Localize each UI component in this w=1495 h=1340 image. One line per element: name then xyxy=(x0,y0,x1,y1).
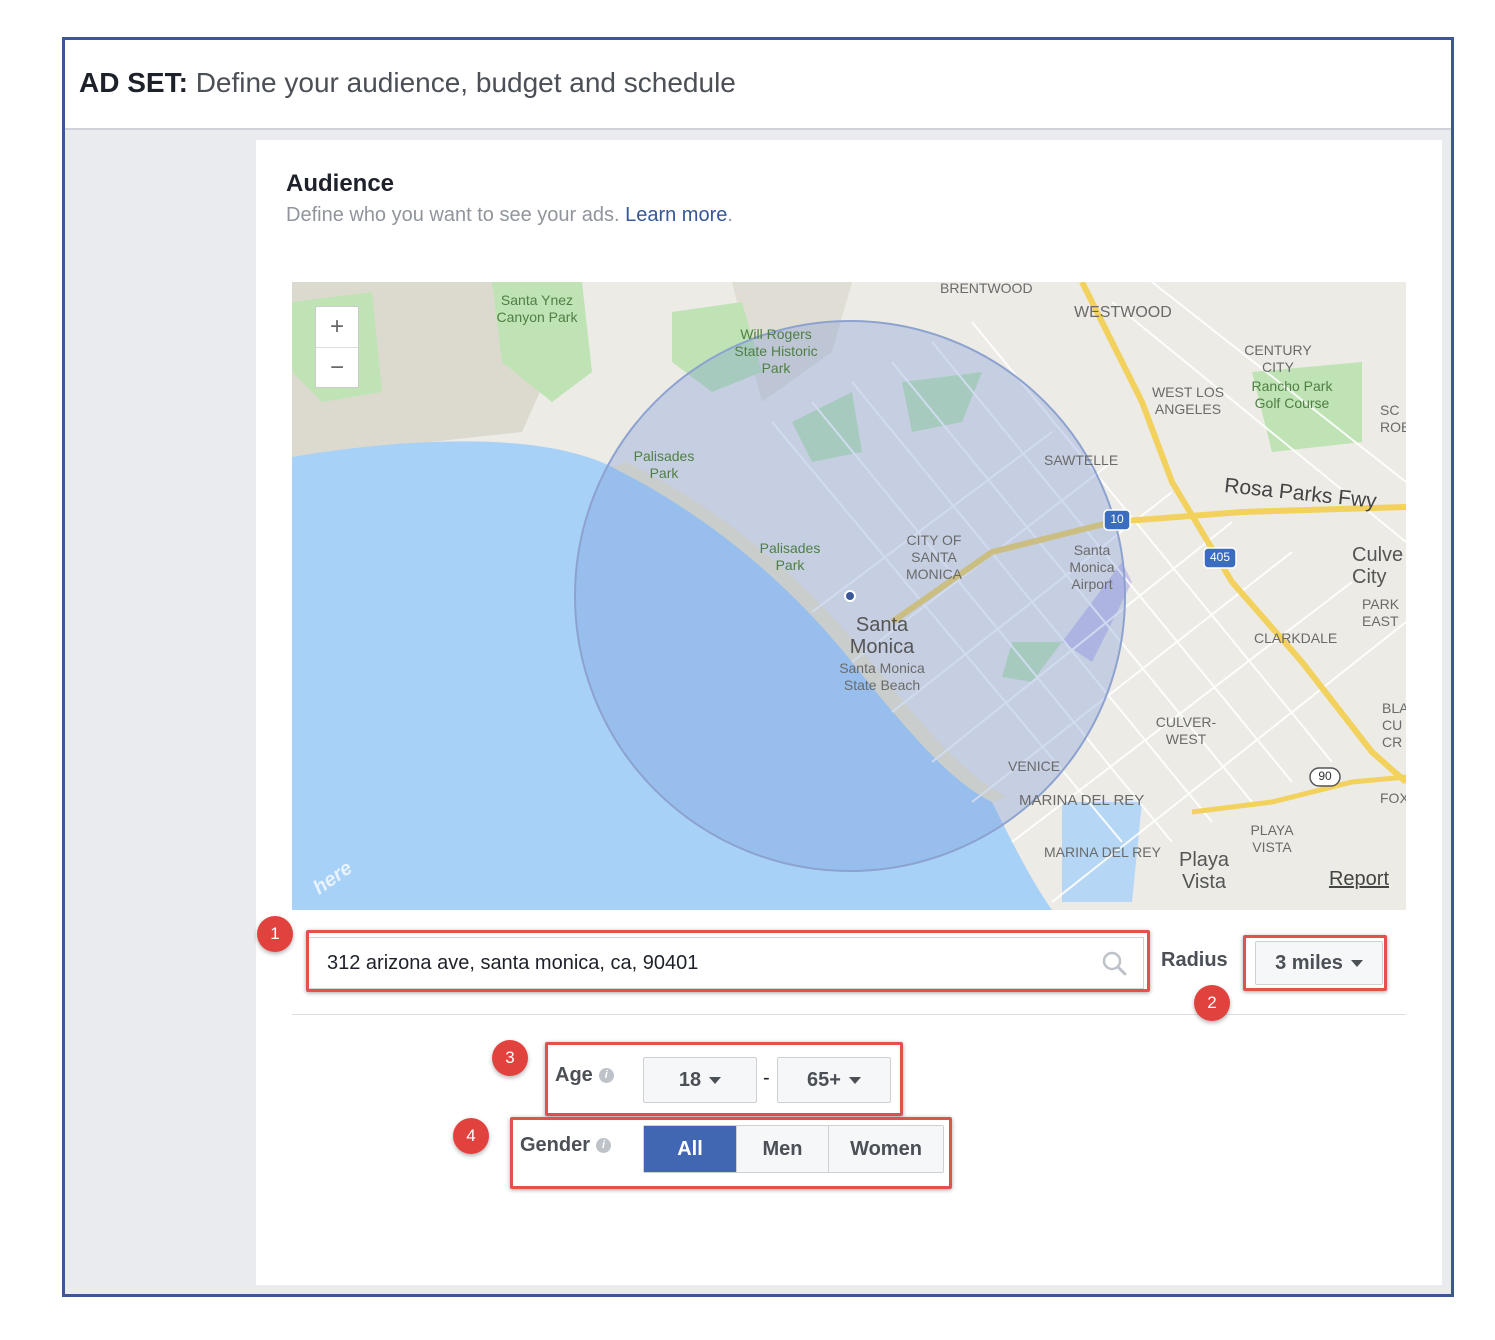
map-label: WEST LOS ANGELES xyxy=(1144,384,1232,418)
map-label: Will Rogers State Historic Park xyxy=(724,326,828,377)
map-label-line: CITY xyxy=(1262,359,1294,375)
map-label: WESTWOOD xyxy=(1074,304,1172,321)
map-label-line: Santa Monica xyxy=(839,660,925,676)
map-label: 90 xyxy=(1318,769,1332,783)
map-label-line: CU xyxy=(1382,717,1403,733)
map-label: Santa Monica Airport xyxy=(1060,542,1124,593)
map-label-line: Will Rogers xyxy=(740,326,812,342)
map-label-line: Golf Course xyxy=(1254,395,1330,411)
map-label-line: Palisades xyxy=(633,448,695,464)
map-label-line: WEST LOS xyxy=(1151,384,1225,400)
map-label-line: Santa xyxy=(855,614,909,636)
ad-set-prefix: AD SET: xyxy=(79,67,188,98)
map-label: Santa Ynez Canyon Park xyxy=(492,292,582,326)
map-label: SC ROB xyxy=(1380,402,1406,436)
map-label: Palisades Park xyxy=(624,448,704,482)
audience-subtitle: Define who you want to see your ads. xyxy=(286,204,620,226)
ad-set-title-text: Define your audience, budget and schedul… xyxy=(195,67,736,98)
divider xyxy=(292,1014,1406,1015)
map-label: MARINA DEL REY xyxy=(1044,844,1161,860)
zoom-out-button[interactable]: − xyxy=(316,348,358,388)
map-label-line: City xyxy=(1352,566,1387,588)
map-label: MARINA DEL REY xyxy=(1019,792,1145,809)
map-label: VENICE xyxy=(1008,758,1061,774)
map-label-line: VISTA xyxy=(1252,839,1292,855)
map-label-line: Park xyxy=(649,465,679,481)
map-label: CULVER- WEST xyxy=(1148,714,1224,748)
map-label-line: Playa xyxy=(1178,849,1230,871)
map-label-line: CR xyxy=(1382,734,1403,750)
map-label-line: Rancho Park xyxy=(1251,378,1333,394)
map-label-line: Monica xyxy=(1069,559,1115,575)
map-label-line: CENTURY xyxy=(1244,342,1312,358)
map-report-link[interactable]: Report xyxy=(1329,868,1389,891)
map-label: Santa Monica xyxy=(840,614,924,658)
map-label-line: Airport xyxy=(1071,576,1113,592)
annotation-badge: 3 xyxy=(492,1040,528,1076)
learn-more-link[interactable]: Learn more xyxy=(625,204,727,226)
map-label-line: Santa xyxy=(1073,542,1111,558)
map-label: BLA CU CR xyxy=(1382,700,1406,751)
map-label: Rancho Park Golf Course xyxy=(1244,378,1340,412)
map-label-line: EAST xyxy=(1362,613,1399,629)
map-label-line: CITY OF xyxy=(906,532,962,548)
map-label-line: SC xyxy=(1380,402,1400,418)
map-label: 10 xyxy=(1110,512,1124,526)
annotation-badge: 2 xyxy=(1194,985,1230,1021)
map-label-line: PLAYA xyxy=(1250,822,1294,838)
annotation-badge: 1 xyxy=(257,916,293,952)
map-label-line: State Beach xyxy=(843,677,921,693)
highlight-box-gender xyxy=(510,1117,952,1189)
map-zoom-controls: + − xyxy=(315,306,359,388)
map-label-line: PARK xyxy=(1362,596,1400,612)
map-label-line: Santa Ynez xyxy=(500,292,574,308)
radius-label: Radius xyxy=(1161,949,1228,971)
map-label-line: State Historic xyxy=(734,343,818,359)
map-label: CENTURY CITY xyxy=(1238,342,1318,376)
audience-period: . xyxy=(727,204,733,226)
audience-heading: Audience xyxy=(286,170,395,197)
map-label: Palisades Park xyxy=(750,540,830,574)
map-label-line: CULVER- xyxy=(1155,714,1217,730)
map-label: FOX xyxy=(1380,790,1406,806)
map-label-line: ROB xyxy=(1380,419,1406,435)
audience-description: Define who you want to see your ads. Lea… xyxy=(286,204,733,227)
map-label: CITY OF SANTA MONICA xyxy=(892,532,976,583)
map-label-line: Park xyxy=(775,557,805,573)
map-label: Santa Monica State Beach xyxy=(832,660,932,694)
map-label: BRENTWOOD xyxy=(940,282,1033,296)
zoom-in-button[interactable]: + xyxy=(316,307,358,348)
map-label-line: MONICA xyxy=(906,566,962,582)
highlight-box-location xyxy=(306,930,1150,992)
ad-set-header: AD SET: Define your audience, budget and… xyxy=(65,40,1451,130)
highlight-box-age xyxy=(545,1042,903,1116)
map-label-line: Park xyxy=(761,360,791,376)
map-label-line: Canyon Park xyxy=(496,309,578,325)
map-label: Playa Vista xyxy=(1170,849,1238,893)
ad-set-title: AD SET: Define your audience, budget and… xyxy=(79,67,736,99)
map-label-line: Vista xyxy=(1181,871,1227,893)
map-label-line: ANGELES xyxy=(1154,401,1222,417)
map-label: PARK EAST xyxy=(1362,596,1399,630)
map-label-line: WEST xyxy=(1165,731,1207,747)
map-label: 405 xyxy=(1209,550,1231,564)
map-label: Culve City xyxy=(1352,544,1403,588)
map-label-line: Monica xyxy=(849,636,915,658)
map-label-line: BLA xyxy=(1382,700,1406,716)
map-label: SAWTELLE xyxy=(1044,452,1119,468)
map-label-line: Palisades xyxy=(759,540,821,556)
map-label: PLAYA VISTA xyxy=(1242,822,1302,856)
map-label: CLARKDALE xyxy=(1254,630,1338,646)
highlight-box-radius xyxy=(1243,935,1387,991)
location-map[interactable]: BRENTWOOD WESTWOOD Santa Ynez Canyon Park… xyxy=(292,282,1406,910)
map-label-line: SANTA xyxy=(911,549,957,565)
map-label-line: Culve xyxy=(1352,544,1404,566)
annotation-badge: 4 xyxy=(453,1118,489,1154)
map-canvas xyxy=(292,282,1406,910)
